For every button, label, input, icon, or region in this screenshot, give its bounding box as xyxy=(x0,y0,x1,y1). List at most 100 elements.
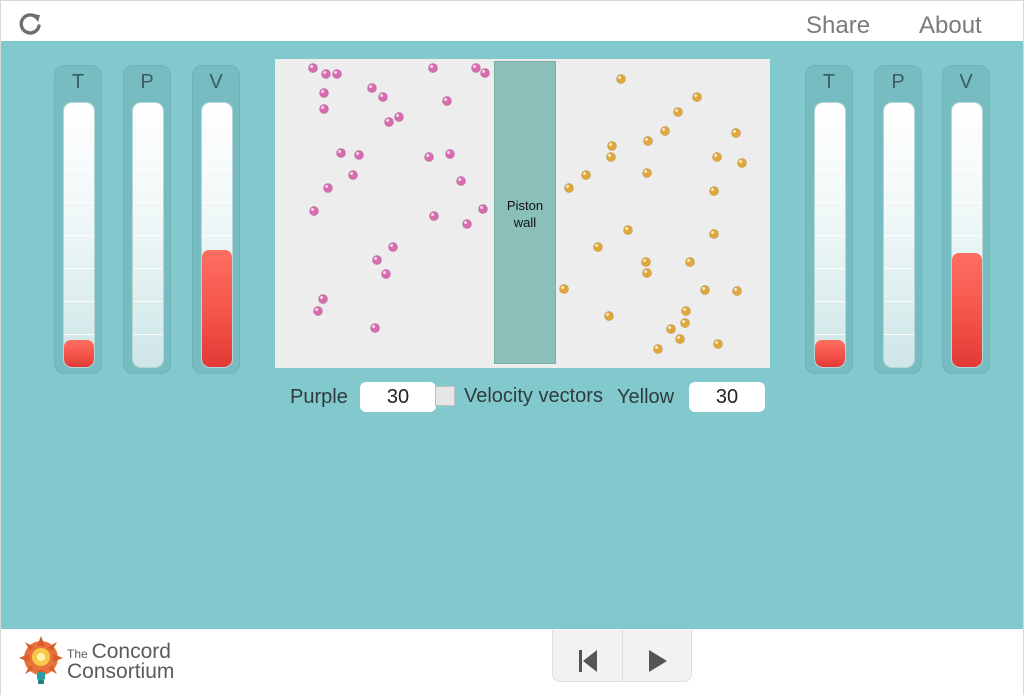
gauge-tick xyxy=(952,202,982,203)
play-button[interactable] xyxy=(623,630,693,682)
particle-highlight xyxy=(458,178,462,181)
particle-highlight xyxy=(683,308,687,311)
gauge-label: T xyxy=(71,71,85,93)
gauge-tick xyxy=(64,268,94,269)
left-volume-gauge: V xyxy=(192,65,240,374)
particle xyxy=(367,83,377,93)
particle-highlight xyxy=(662,128,666,131)
particle-highlight xyxy=(380,94,384,97)
particle xyxy=(378,92,388,102)
gauge-label: V xyxy=(959,71,973,93)
yellow-count-input[interactable]: 30 xyxy=(689,382,765,412)
gauge-tick xyxy=(133,136,163,137)
gauge-tick xyxy=(64,136,94,137)
gauge-tick xyxy=(952,136,982,137)
about-link[interactable]: About xyxy=(919,12,982,40)
gauge-tick xyxy=(133,169,163,170)
particle xyxy=(559,284,569,294)
particle-highlight xyxy=(315,308,319,311)
particle-highlight xyxy=(677,336,681,339)
gauge-label: P xyxy=(891,71,905,93)
particle-highlight xyxy=(734,288,738,291)
particle-highlight xyxy=(645,138,649,141)
gauge-tick xyxy=(64,367,94,368)
velocity-vectors-label[interactable]: Velocity vectors xyxy=(464,385,603,408)
particle xyxy=(692,92,702,102)
gauge-tick xyxy=(815,367,845,368)
particle xyxy=(700,285,710,295)
gauge-tick xyxy=(133,235,163,236)
particle-highlight xyxy=(618,76,622,79)
gauge-tick xyxy=(815,235,845,236)
particle xyxy=(731,128,741,138)
particle-highlight xyxy=(426,154,430,157)
gauge-label: T xyxy=(822,71,836,93)
particle xyxy=(336,148,346,158)
particle-highlight xyxy=(714,154,718,157)
particle-highlight xyxy=(338,150,342,153)
piston-wall[interactable]: Piston wall xyxy=(494,61,556,364)
particle xyxy=(712,152,722,162)
gauge-tick xyxy=(64,235,94,236)
particle xyxy=(471,63,481,73)
particle-highlight xyxy=(464,221,468,224)
gauge-tick xyxy=(202,169,232,170)
particle-highlight xyxy=(431,213,435,216)
purple-label: Purple xyxy=(290,386,348,408)
particle xyxy=(713,339,723,349)
left-pressure-gauge: P xyxy=(123,65,171,374)
right-volume-gauge: V xyxy=(942,65,990,374)
bottom-bar: The Concord Consortium xyxy=(1,629,1023,695)
reset-button[interactable] xyxy=(553,630,623,682)
reload-icon[interactable] xyxy=(17,11,43,37)
particle xyxy=(319,88,329,98)
particle-highlight xyxy=(473,65,477,68)
particle xyxy=(660,126,670,136)
particle-highlight xyxy=(396,114,400,117)
velocity-vectors-checkbox[interactable] xyxy=(435,386,455,406)
particle xyxy=(478,204,488,214)
gauge-tube xyxy=(132,102,164,368)
particle xyxy=(381,269,391,279)
play-icon xyxy=(649,650,667,672)
particle xyxy=(348,170,358,180)
gauge-tick xyxy=(815,169,845,170)
particle-highlight xyxy=(711,188,715,191)
gauge-tick xyxy=(64,169,94,170)
particle-highlight xyxy=(711,231,715,234)
particle xyxy=(604,311,614,321)
gauge-tick xyxy=(202,367,232,368)
particle xyxy=(680,318,690,328)
purple-count-input[interactable]: 30 xyxy=(360,382,436,412)
particle xyxy=(616,74,626,84)
particle-highlight xyxy=(625,227,629,230)
simulation-panel: T P V Piston wall T P V Purple 30 Veloci… xyxy=(1,41,1023,629)
particle-highlight xyxy=(595,244,599,247)
piston-label: Piston wall xyxy=(506,198,544,230)
gauge-tick xyxy=(815,136,845,137)
share-link[interactable]: Share xyxy=(806,12,870,40)
gauge-tick xyxy=(884,301,914,302)
particle xyxy=(445,149,455,159)
particle xyxy=(581,170,591,180)
concord-consortium-logo[interactable]: The Concord Consortium xyxy=(17,634,197,690)
particle-highlight xyxy=(369,85,373,88)
gauge-tick xyxy=(64,334,94,335)
particle xyxy=(442,96,452,106)
right-temperature-gauge: T xyxy=(805,65,853,374)
particle-highlight xyxy=(561,286,565,289)
particle xyxy=(394,112,404,122)
particle xyxy=(456,176,466,186)
particle xyxy=(370,323,380,333)
gauge-tube xyxy=(951,102,983,368)
gauge-tube xyxy=(63,102,95,368)
top-bar: Share About xyxy=(1,1,1023,41)
particle xyxy=(737,158,747,168)
particle-highlight xyxy=(682,320,686,323)
gauge-tick xyxy=(884,202,914,203)
particle-highlight xyxy=(372,325,376,328)
particle-highlight xyxy=(733,130,737,133)
particle-highlight xyxy=(325,185,329,188)
particle-highlight xyxy=(644,270,648,273)
gauge-tick xyxy=(64,301,94,302)
